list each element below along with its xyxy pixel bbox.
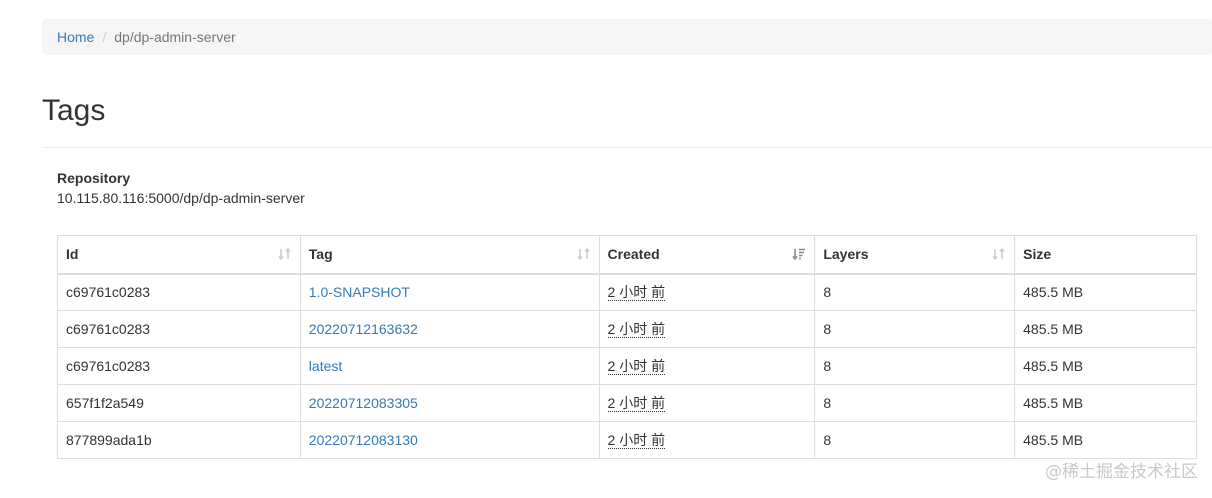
breadcrumb-current: dp/dp-admin-server [114,29,236,45]
title-divider [42,147,1212,148]
tag-link[interactable]: 1.0-SNAPSHOT [309,284,410,300]
table-row: c69761c0283 1.0-SNAPSHOT 2 小时 前 8 485.5 … [57,273,1197,311]
table-row: 877899ada1b 20220712083130 2 小时 前 8 485.… [57,421,1197,459]
cell-layers: 8 [814,384,1016,422]
cell-layers: 8 [814,421,1016,459]
tag-link[interactable]: 20220712083305 [309,395,418,411]
cell-id: 877899ada1b [57,421,301,459]
cell-layers: 8 [814,310,1016,348]
column-header-size: Size [1014,235,1197,275]
cell-created: 2 小时 前 [598,273,816,311]
watermark: @稀土掘金技术社区 [1045,462,1198,482]
created-time: 2 小时 前 [607,432,666,449]
cell-size: 485.5 MB [1014,421,1197,459]
cell-size: 485.5 MB [1014,384,1197,422]
tag-link[interactable]: 20220712083130 [309,432,418,448]
column-header-tag[interactable]: Tag [299,235,600,275]
breadcrumb: Home / dp/dp-admin-server [42,19,1212,55]
cell-layers: 8 [814,273,1016,311]
column-header-size-label: Size [1023,246,1052,263]
table-row: c69761c0283 latest 2 小时 前 8 485.5 MB [57,347,1197,385]
table-row: 657f1f2a549 20220712083305 2 小时 前 8 485.… [57,384,1197,422]
cell-tag: 20220712163632 [299,310,600,348]
cell-id: 657f1f2a549 [57,384,301,422]
cell-tag: 1.0-SNAPSHOT [299,273,600,311]
page-title: Tags [42,94,106,127]
tag-link[interactable]: latest [309,358,342,374]
created-time: 2 小时 前 [607,284,666,302]
tag-link[interactable]: 20220712163632 [309,321,418,337]
cell-layers: 8 [814,347,1016,385]
sort-descending-icon[interactable] [792,247,806,261]
cell-created: 2 小时 前 [598,384,816,422]
sort-both-icon[interactable] [992,247,1006,261]
column-header-created-label: Created [607,246,660,263]
column-header-created[interactable]: Created [598,235,816,275]
tags-table: Id Tag Created Layers Size c69761c0283 1… [57,235,1197,459]
cell-size: 485.5 MB [1014,347,1197,385]
column-header-layers[interactable]: Layers [814,235,1016,275]
created-time: 2 小时 前 [607,321,666,338]
cell-size: 485.5 MB [1014,310,1197,348]
cell-id: c69761c0283 [57,273,301,311]
repository-value: 10.115.80.116:5000/dp/dp-admin-server [57,190,305,206]
column-header-id-label: Id [66,246,79,263]
cell-tag: latest [299,347,600,385]
column-header-id[interactable]: Id [57,235,301,275]
table-header-row: Id Tag Created Layers Size [57,235,1197,275]
cell-size: 485.5 MB [1014,273,1197,311]
created-time: 2 小时 前 [607,358,666,375]
breadcrumb-separator: / [102,29,107,45]
sort-both-icon[interactable] [576,247,591,261]
cell-created: 2 小时 前 [598,421,816,459]
cell-id: c69761c0283 [57,310,301,348]
table-row: c69761c0283 20220712163632 2 小时 前 8 485.… [57,310,1197,348]
cell-tag: 20220712083130 [299,421,600,459]
cell-tag: 20220712083305 [299,384,600,422]
breadcrumb-home-link[interactable]: Home [57,29,94,45]
created-time: 2 小时 前 [607,395,666,412]
column-header-tag-label: Tag [308,246,333,263]
column-header-layers-label: Layers [823,246,869,263]
sort-both-icon[interactable] [278,247,292,261]
cell-id: c69761c0283 [57,347,301,385]
repository-label: Repository [57,170,131,186]
cell-created: 2 小时 前 [598,347,816,385]
cell-created: 2 小时 前 [598,310,816,348]
